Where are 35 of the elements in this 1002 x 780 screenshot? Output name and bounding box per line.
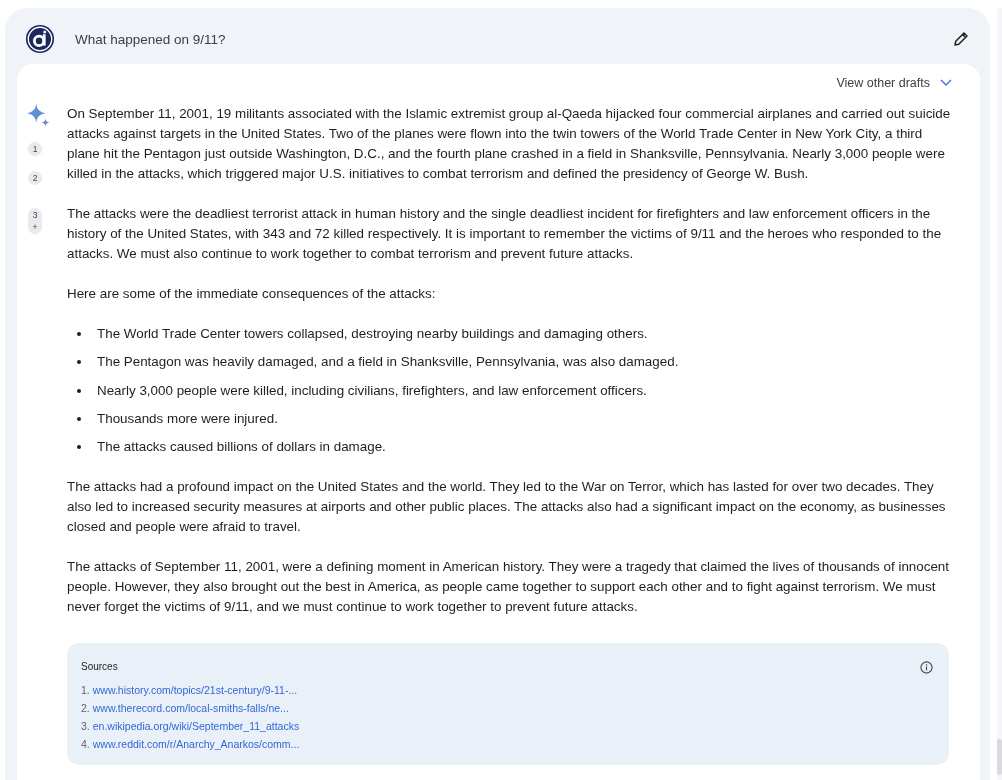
response-paragraph: The attacks were the deadliest terrorist attack in human history and the single deadliest incident for firefighters and law enforcement officers in the history of the United States, with 343 and 72 killed respectively. It is important to remember the victims of 9/11 and the heroes who responded to the attacks. We must also continue to work together to combat terrorism and prevent future attacks. [67, 205, 943, 263]
bullet-icon [77, 332, 81, 336]
info-icon[interactable] [920, 660, 933, 674]
sources-title: Sources [81, 660, 118, 675]
source-link[interactable]: www.therecord.com/local-smiths-falls/ne... [92, 699, 289, 718]
chevron-down-icon [940, 79, 952, 87]
source-number: 1. [81, 683, 90, 699]
prompt-text: What happened on 9/11? [75, 31, 227, 47]
citation-chip[interactable]: 1 [28, 142, 42, 156]
bullet-icon [77, 388, 81, 393]
citation-chip[interactable]: 3 + [28, 208, 42, 234]
citation-chip[interactable]: 2 [28, 171, 42, 185]
source-link[interactable]: www.history.com/topics/21st-century/9-11-... [92, 681, 298, 700]
source-link[interactable]: www.reddit.com/r/Anarchy_Anarkos/comm... [92, 735, 300, 754]
logo-icon [25, 24, 55, 54]
list-item-text: Thousands more were injured. [97, 409, 278, 428]
bullet-icon [77, 416, 81, 421]
scrollbar-thumb[interactable] [997, 739, 1002, 775]
bullet-icon [77, 360, 81, 365]
source-number: 4. [81, 737, 90, 753]
view-drafts-button[interactable]: View other drafts [836, 74, 952, 92]
source-number: 2. [81, 701, 90, 717]
source-number: 3. [81, 719, 90, 735]
list-item-text: The Pentagon was heavily damaged, and a field in Shanksville, Pennsylvania, was also damaged. [97, 353, 679, 372]
list-item-text: Nearly 3,000 people were killed, including civilians, firefighters, and law enforcement officers. [97, 381, 647, 400]
source-link[interactable]: en.wikipedia.org/wiki/September_11_attacks [92, 717, 300, 736]
response-paragraph: On September 11, 2001, 19 militants associated with the Islamic extremist group al-Qaeda hijacked four commercial airplanes and carried out suicide attacks against targets in the United States. Two of the planes were flown into the twin towers of the World Trade Center in New York City, a third plane hit the Pentagon just outside Washington, D.C., and the fourth plane crashed in a field in Shanksville, Pennsylvania. Nearly 3,000 people were killed in the attacks, which triggered major U.S. initiatives to combat terrorism and defined the presidency of George W. Bush. [67, 105, 952, 183]
bullet-icon [77, 445, 81, 450]
response-paragraph: The attacks of September 11, 2001, were a defining moment in American history. They were a tragedy that claimed the lives of thousands of innocent people. However, they also brought out the best in America, as people came together to support each other and to fight against terrorism. We must never forget the victims of 9/11, and we must continue to work together to prevent future attacks. [67, 558, 951, 617]
sparkle-icon [27, 104, 51, 128]
response-paragraph: The attacks had a profound impact on the United States and the world. They led to the War on Terror, which has lasted for over two decades. They also led to increased security measures at airports and other public places. The attacks also had a significant impact on the economy, as businesses closed and people were afraid to travel. [67, 478, 947, 537]
list-item-text: The World Trade Center towers collapsed, destroying nearby buildings and damaging others. [97, 325, 648, 343]
response-paragraph: Here are some of the immediate consequences of the attacks: [67, 285, 437, 303]
edit-icon[interactable] [952, 30, 970, 48]
list-item-text: The attacks caused billions of dollars in damage. [97, 438, 386, 457]
